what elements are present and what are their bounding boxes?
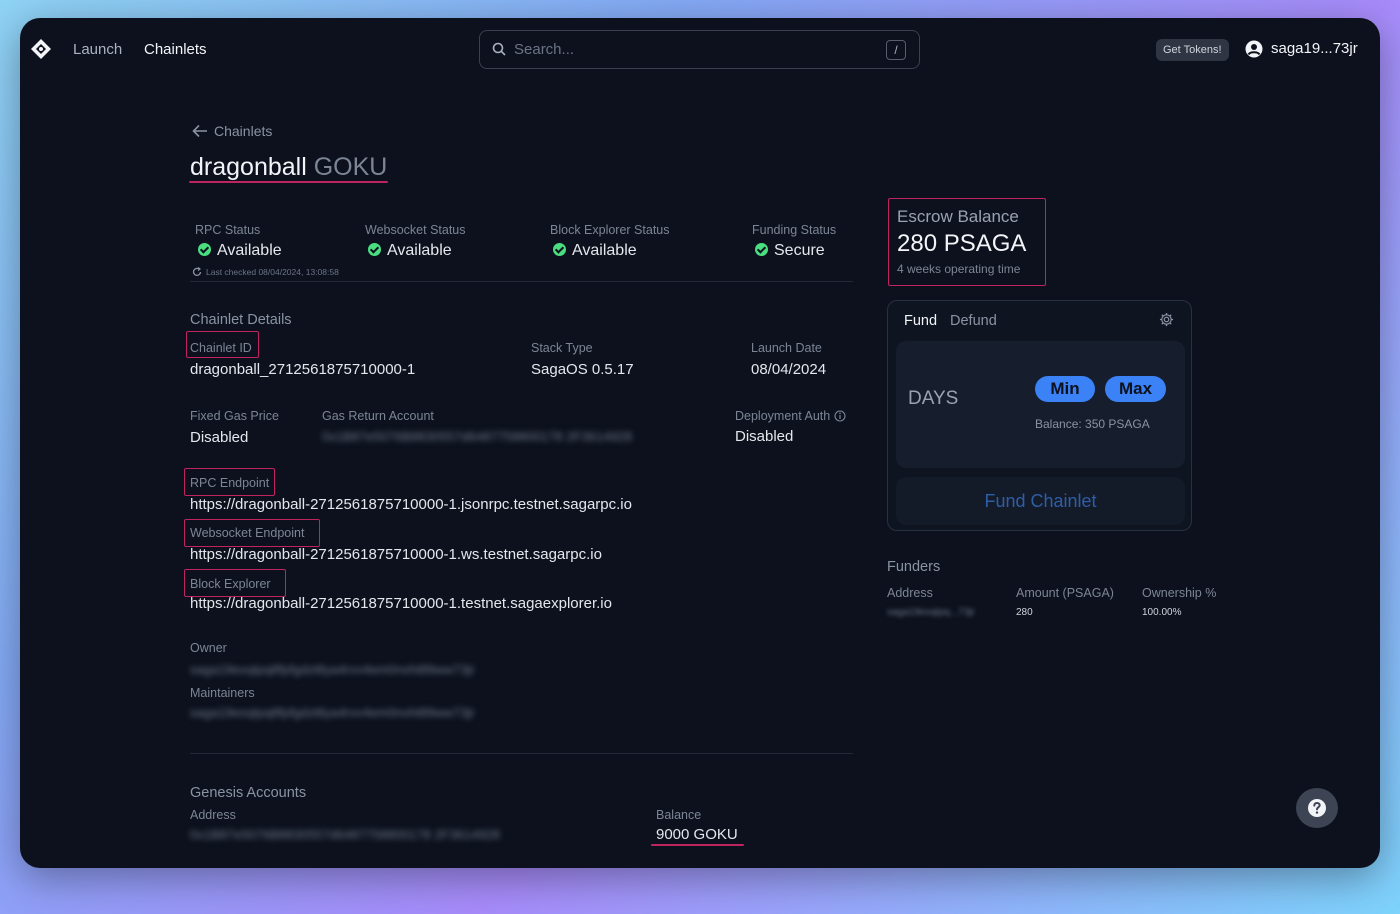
check-circle-icon (198, 243, 211, 256)
genesis-balance: 9000 GOKU (656, 826, 738, 843)
search-icon (492, 42, 506, 56)
websocket-status: Available (368, 242, 452, 260)
funders-heading: Funders (887, 559, 941, 575)
check-circle-icon (755, 243, 768, 256)
genesis-balance-underline (651, 844, 744, 846)
launch-date-label: Launch Date (751, 341, 822, 355)
funder-amount: 280 (1016, 607, 1033, 618)
tab-defund[interactable]: Defund (950, 313, 997, 329)
user-avatar-icon[interactable] (1245, 40, 1263, 58)
last-checked[interactable]: Last checked 08/04/2024, 13:08:58 (192, 267, 339, 277)
arrow-left-icon (192, 124, 207, 138)
genesis-address: 0x1B87e5076B8830557d6487758800178 2F3614… (190, 827, 501, 842)
max-button[interactable]: Max (1105, 376, 1166, 402)
owner-address: saga19exqtpq8fpfgdzttlya4rvv4em0nvht89ww… (190, 662, 475, 677)
rpc-endpoint[interactable]: https://dragonball-2712561875710000-1.js… (190, 496, 632, 513)
title-underline (189, 181, 388, 183)
app-window: Launch Chainlets Search... / Get Tokens!… (20, 18, 1380, 868)
stack-type-label: Stack Type (531, 341, 593, 355)
explorer-status: Available (553, 242, 637, 260)
explorer-status-label: Block Explorer Status (550, 223, 670, 237)
rpc-status: Available (198, 242, 282, 260)
breadcrumb[interactable]: Chainlets (192, 123, 272, 139)
rpc-endpoint-label: RPC Endpoint (190, 476, 270, 490)
days-input[interactable]: DAYS (908, 388, 958, 410)
funders-col-ownership: Ownership % (1142, 586, 1217, 600)
info-icon[interactable] (834, 410, 846, 422)
tab-fund[interactable]: Fund (904, 313, 937, 329)
deploy-auth-label: Deployment Auth (735, 409, 831, 423)
fund-chainlet-button[interactable]: Fund Chainlet (896, 477, 1185, 525)
search-shortcut-key: / (886, 40, 906, 60)
wallet-balance: Balance: 350 PSAGA (1035, 417, 1150, 431)
search-input[interactable]: Search... (514, 41, 574, 58)
fixed-gas-label: Fixed Gas Price (190, 409, 279, 423)
chainlet-id: dragonball_2712561875710000-1 (190, 361, 416, 378)
get-tokens-button[interactable]: Get Tokens! (1156, 39, 1229, 61)
user-account[interactable]: saga19...73jr (1271, 40, 1358, 57)
genesis-address-label: Address (190, 808, 236, 822)
check-circle-icon (553, 243, 566, 256)
deploy-auth: Disabled (735, 428, 794, 445)
genesis-divider (190, 753, 853, 754)
fixed-gas: Disabled (190, 429, 249, 446)
funding-status: Secure (755, 242, 825, 260)
launch-date: 08/04/2024 (751, 361, 827, 378)
gear-icon[interactable] (1159, 312, 1174, 327)
nav-chainlets[interactable]: Chainlets (144, 41, 207, 58)
escrow-subtext: 4 weeks operating time (897, 262, 1021, 276)
maintainers-label: Maintainers (190, 686, 255, 700)
websocket-status-label: Websocket Status (365, 223, 466, 237)
fund-panel: Fund Defund DAYS Min Max Balance: 350 PS… (887, 300, 1192, 531)
funder-ownership: 100.00% (1142, 607, 1182, 618)
block-explorer-label: Block Explorer (190, 577, 271, 591)
rpc-status-label: RPC Status (195, 223, 261, 237)
funder-address: saga19exqtpq...73jr (887, 607, 975, 618)
page-title: dragonball GOKU (190, 153, 387, 182)
stack-type: SagaOS 0.5.17 (531, 361, 634, 378)
check-circle-icon (368, 243, 381, 256)
websocket-endpoint[interactable]: https://dragonball-2712561875710000-1.ws… (190, 546, 602, 563)
block-explorer-link[interactable]: https://dragonball-2712561875710000-1.te… (190, 595, 612, 612)
funders-col-amount: Amount (PSAGA) (1016, 586, 1114, 600)
maintainers-address: saga19exqtpq8fpfgdzttlya4rvv4em0nvht89ww… (190, 705, 475, 720)
websocket-endpoint-label: Websocket Endpoint (190, 526, 305, 540)
chainlet-token: GOKU (313, 153, 388, 181)
escrow-label: Escrow Balance (897, 207, 1019, 226)
escrow-value: 280 PSAGA (897, 230, 1027, 257)
funders-col-address: Address (887, 586, 933, 600)
genesis-balance-label: Balance (656, 808, 702, 822)
breadcrumb-label: Chainlets (214, 123, 273, 139)
logo[interactable] (30, 38, 52, 60)
chainlet-name: dragonball (190, 153, 307, 181)
deploy-auth-label-group: Deployment Auth (735, 409, 846, 423)
help-button[interactable] (1296, 788, 1338, 828)
gas-return-label: Gas Return Account (322, 409, 434, 423)
gas-return-account: 0x1B87e5076B8830557d6487758800178 2F3614… (322, 429, 633, 444)
nav-launch[interactable]: Launch (73, 41, 122, 58)
refresh-icon (192, 267, 202, 276)
funding-status-label: Funding Status (752, 223, 837, 237)
search-bar[interactable]: Search... / (479, 30, 920, 69)
min-button[interactable]: Min (1035, 376, 1095, 402)
question-icon (1308, 799, 1326, 817)
logo-icon (31, 39, 51, 59)
details-heading: Chainlet Details (190, 312, 292, 328)
chainlet-id-label: Chainlet ID (190, 341, 252, 355)
status-divider (190, 281, 853, 282)
owner-label: Owner (190, 641, 227, 655)
days-input-box[interactable]: DAYS Min Max Balance: 350 PSAGA (896, 341, 1185, 468)
genesis-heading: Genesis Accounts (190, 785, 307, 801)
